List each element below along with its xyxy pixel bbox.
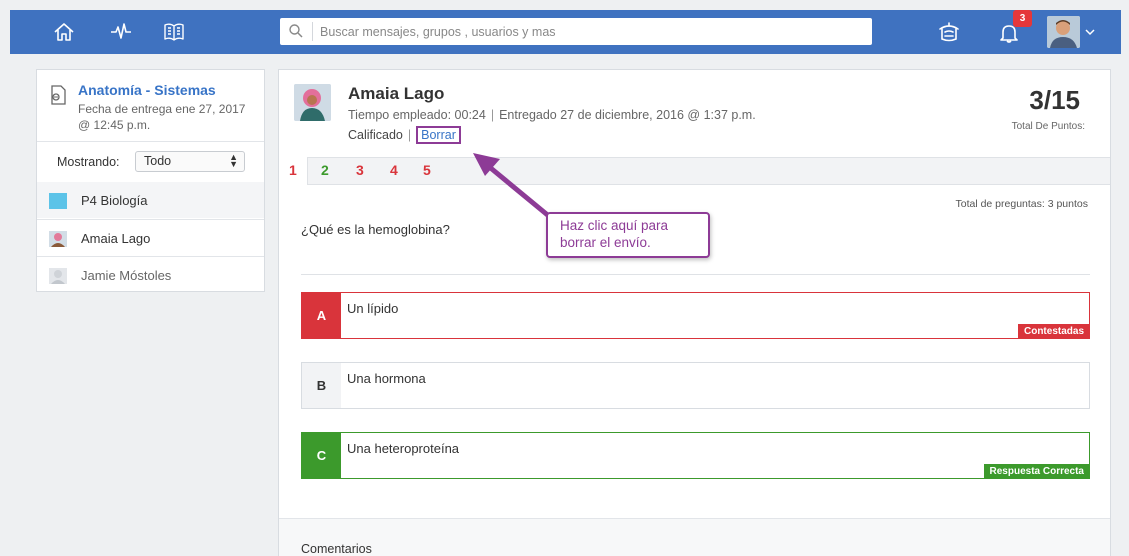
home-icon[interactable] bbox=[52, 20, 76, 44]
student-photo bbox=[294, 84, 331, 121]
tab-question-5[interactable]: 5 bbox=[423, 162, 431, 178]
tab-question-2[interactable]: 2 bbox=[321, 162, 329, 178]
student-avatar-icon bbox=[49, 268, 67, 284]
option-text: Una hormona bbox=[347, 371, 426, 386]
option-letter: C bbox=[302, 433, 341, 478]
assignment-sidebar: Anatomía - Sistemas Fecha de entrega ene… bbox=[36, 69, 265, 292]
option-text: Un lípido bbox=[347, 301, 399, 316]
answer-option-b: B Una hormona bbox=[301, 362, 1090, 409]
submission-panel: Amaia Lago Tiempo empleado: 00:24 | Entreg… bbox=[278, 69, 1111, 556]
select-arrows-icon: ▲ ▼ bbox=[229, 152, 238, 169]
tab-question-4[interactable]: 4 bbox=[390, 162, 398, 178]
graded-status: Calificado bbox=[348, 128, 403, 142]
time-spent: Tiempo empleado: 00:24 bbox=[348, 108, 486, 122]
filter-value: Todo bbox=[144, 154, 172, 168]
notification-badge: 3 bbox=[1013, 10, 1032, 27]
user-photo bbox=[1047, 16, 1080, 48]
student-avatar bbox=[294, 84, 331, 121]
search-bar[interactable] bbox=[280, 18, 872, 45]
search-icon bbox=[289, 24, 303, 38]
delivered-date: Entregado 27 de diciembre, 2016 @ 1:37 p… bbox=[499, 108, 756, 122]
question-text: ¿Qué es la hemoglobina? bbox=[301, 222, 450, 237]
student-name: Amaia Lago bbox=[348, 84, 445, 103]
student-list-item[interactable]: Amaia Lago bbox=[37, 219, 264, 255]
assignment-title[interactable]: Anatomía - Sistemas bbox=[78, 82, 216, 98]
score-label: Total De Puntos: bbox=[1011, 121, 1085, 132]
due-date: Fecha de entrega ene 27, 2017 @ 12:45 p.… bbox=[78, 102, 246, 132]
comments-label: Comentarios bbox=[301, 542, 372, 556]
answer-option-a: A Un lípido Contestadas bbox=[301, 292, 1090, 339]
divider bbox=[301, 274, 1090, 275]
comments-section: Comentarios bbox=[279, 518, 1110, 556]
search-divider bbox=[312, 22, 313, 41]
student-list-label: P4 Biología bbox=[81, 193, 148, 208]
score: 3/15 bbox=[1029, 85, 1080, 115]
filter-select[interactable]: Todo ▲ ▼ bbox=[135, 151, 245, 172]
separator: | bbox=[407, 128, 412, 142]
correct-answer-tag: Respuesta Correcta bbox=[983, 464, 1090, 479]
group-color-icon bbox=[49, 193, 67, 209]
user-avatar[interactable] bbox=[1047, 16, 1080, 48]
submission-meta: Tiempo empleado: 00:24 | Entregado 27 de d… bbox=[348, 108, 756, 122]
activity-icon[interactable] bbox=[109, 20, 133, 44]
top-navigation-bar: 3 bbox=[10, 10, 1121, 54]
tab-question-1[interactable]: 1 bbox=[279, 157, 308, 185]
backpack-icon[interactable] bbox=[936, 19, 962, 45]
submission-status: Calificado | Borrar bbox=[348, 126, 461, 144]
answered-tag: Contestadas bbox=[1017, 324, 1090, 339]
option-text: Una heteroproteína bbox=[347, 441, 460, 456]
book-icon[interactable] bbox=[162, 20, 186, 44]
assignment-icon bbox=[51, 85, 66, 105]
answer-option-c: C Una heteroproteína Respuesta Correcta bbox=[301, 432, 1090, 479]
question-tabs: 1 2 3 4 5 bbox=[279, 157, 1110, 185]
search-input[interactable] bbox=[320, 21, 860, 42]
student-list-label: Amaia Lago bbox=[81, 231, 151, 246]
tab-question-3[interactable]: 3 bbox=[356, 162, 364, 178]
student-list-label: Jamie Móstoles bbox=[81, 268, 172, 283]
delete-submission-link[interactable]: Borrar bbox=[416, 126, 461, 144]
divider bbox=[37, 141, 264, 142]
option-letter: A bbox=[302, 293, 341, 338]
callout-box: Haz clic aquí para borrar el envío. bbox=[546, 212, 710, 258]
student-avatar-icon bbox=[49, 231, 67, 247]
question-total-points: Total de preguntas: 3 puntos bbox=[955, 198, 1088, 210]
chevron-down-icon[interactable] bbox=[1084, 26, 1096, 38]
student-list-item[interactable]: Jamie Móstoles bbox=[37, 256, 264, 292]
option-letter: B bbox=[302, 363, 341, 408]
separator: | bbox=[490, 108, 495, 122]
filter-label: Mostrando: bbox=[57, 155, 120, 169]
student-list-item[interactable]: P4 Biología bbox=[37, 182, 264, 218]
